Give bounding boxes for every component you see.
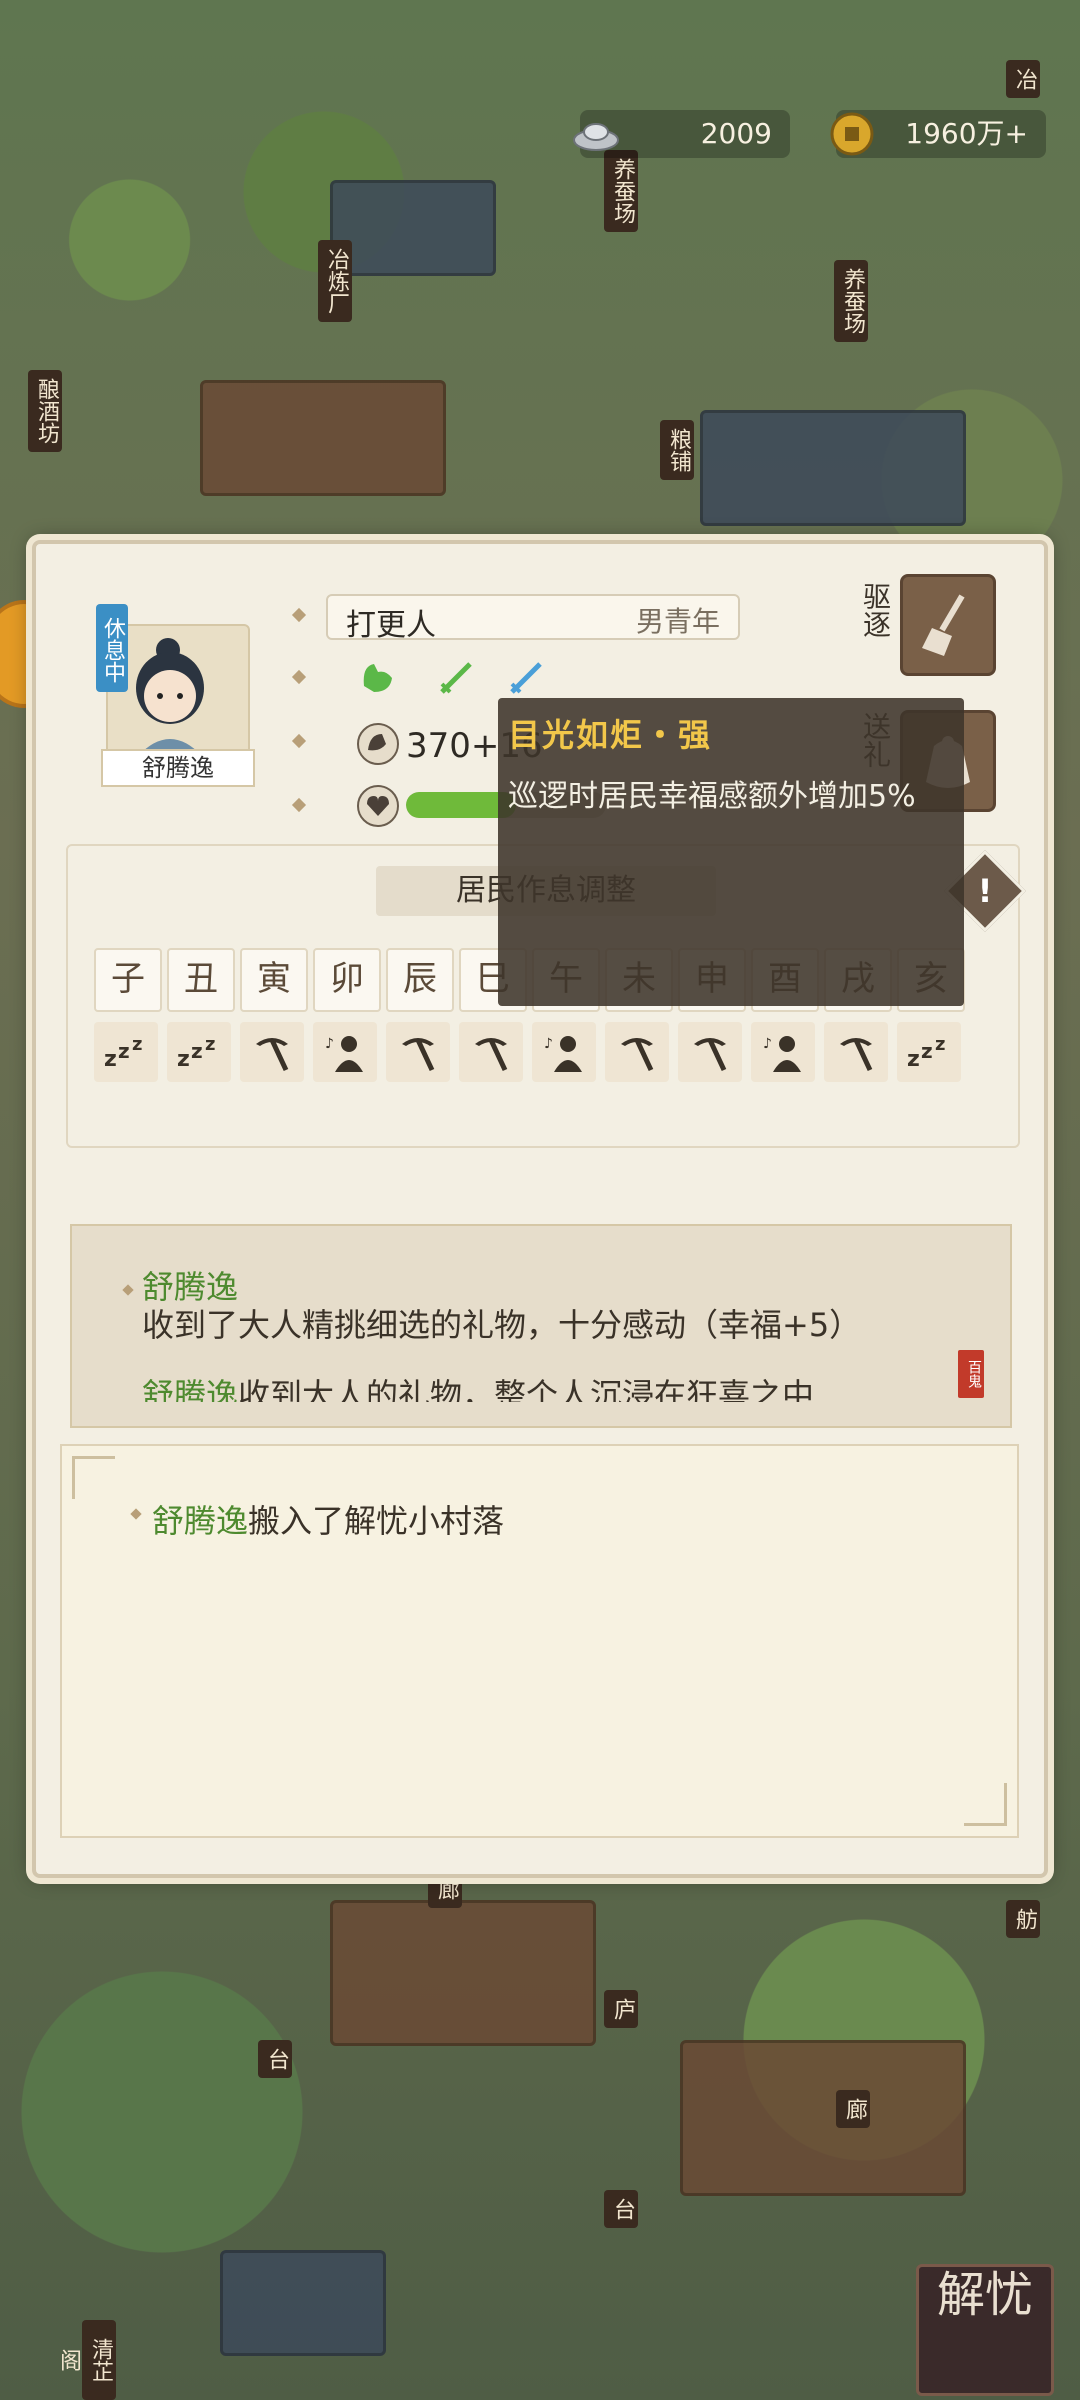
svg-text:z: z: [132, 1034, 142, 1055]
broom-icon: [922, 594, 965, 656]
labor-icon: [357, 723, 399, 765]
status-badge: 休息中: [96, 604, 128, 692]
jieyou-corner-button[interactable]: 解忧: [916, 2264, 1054, 2396]
map-sign[interactable]: 舫: [1006, 1900, 1040, 1938]
svg-text:♪: ♪: [544, 1036, 553, 1052]
svg-text:z: z: [907, 1047, 920, 1072]
building-roof: [200, 380, 446, 496]
svg-text:z: z: [921, 1039, 933, 1063]
seal-stamp: 百鬼: [958, 1350, 984, 1398]
log-entry: 舒腾逸收到大人的礼物，整个人沉浸在狂喜之中: [142, 1376, 950, 1402]
silver-counter: 2009: [573, 110, 790, 158]
bullet-icon: [291, 797, 307, 813]
bullet-icon: [122, 1284, 134, 1296]
event-entry: 舒腾逸搬入了解忧小村落: [152, 1496, 504, 1542]
map-sign[interactable]: 酿酒坊: [28, 370, 62, 452]
event-log[interactable]: 舒腾逸搬入了解忧小村落: [60, 1444, 1019, 1838]
resident-info: 男青年: [635, 605, 720, 638]
building-roof: [700, 410, 966, 526]
svg-text:z: z: [104, 1047, 117, 1072]
frame-corner: [964, 1783, 1007, 1826]
hour-cell[interactable]: 寅: [240, 948, 308, 1012]
sleep-icon[interactable]: zzz: [94, 1022, 158, 1082]
gift-log[interactable]: 舒腾逸收到了大人精挑细选的礼物，十分感动（幸福+5） 舒腾逸收到大人的礼物，整个…: [70, 1224, 1012, 1428]
building-roof: [680, 2040, 966, 2196]
svg-text:z: z: [191, 1039, 203, 1063]
silver-amount: 2009: [700, 117, 772, 150]
svg-text:z: z: [935, 1034, 945, 1055]
map-sign[interactable]: 台: [604, 2190, 638, 2228]
sword-skill-icon[interactable]: [434, 656, 478, 700]
map-sign[interactable]: 养蚕场: [604, 150, 638, 232]
pickaxe-icon[interactable]: [386, 1022, 450, 1082]
silver-ingot-icon: [573, 123, 619, 151]
log-name: 舒腾逸: [142, 1268, 239, 1306]
hour-cell[interactable]: 辰: [386, 948, 454, 1012]
sleep-icon[interactable]: zzz: [167, 1022, 231, 1082]
bullet-icon: [291, 607, 307, 623]
tooltip-title: 目光如炬・强: [508, 716, 713, 754]
music-rest-icon[interactable]: ♪: [313, 1022, 377, 1082]
building-roof: [330, 1900, 596, 2046]
event-text: 搬入了解忧小村落: [248, 1502, 505, 1540]
bullet-icon: [130, 1508, 142, 1520]
job-field[interactable]: 打更人 男青年: [326, 594, 740, 643]
hour-cell[interactable]: 卯: [313, 948, 381, 1012]
map-sign[interactable]: 养蚕场: [834, 260, 868, 342]
svg-text:z: z: [205, 1034, 215, 1055]
strength-skill-icon[interactable]: [356, 656, 400, 700]
skill-tooltip: 目光如炬・强 巡逻时居民幸福感额外增加5%: [498, 698, 964, 1006]
sword-skill-icon[interactable]: [504, 656, 548, 700]
pickaxe-icon[interactable]: [605, 1022, 669, 1082]
log-text: 收到大人的礼物，整个人沉浸在狂喜之中: [238, 1376, 815, 1402]
coin-icon: [830, 112, 874, 156]
resident-portrait-icon: [136, 638, 204, 756]
map-sign[interactable]: 廊: [836, 2090, 870, 2128]
map-sign[interactable]: 台: [258, 2040, 292, 2078]
map-sign[interactable]: 冶: [1006, 60, 1040, 98]
frame-corner: [72, 1456, 115, 1499]
hour-cell[interactable]: 子: [94, 948, 162, 1012]
job-name: 打更人: [346, 608, 436, 643]
heart-icon: [357, 785, 399, 827]
bullet-icon: [291, 669, 307, 685]
pickaxe-icon[interactable]: [678, 1022, 742, 1082]
building-roof: [330, 180, 496, 276]
map-sign[interactable]: 清芷阁: [56, 2320, 116, 2400]
resident-name: 舒腾逸: [101, 749, 255, 787]
svg-text:♪: ♪: [763, 1036, 772, 1052]
log-text: 收到了大人精挑细选的礼物，十分感动（幸福+5）: [142, 1306, 862, 1344]
pickaxe-icon[interactable]: [824, 1022, 888, 1082]
expel-button[interactable]: [900, 574, 996, 676]
pickaxe-icon[interactable]: [459, 1022, 523, 1082]
coin-counter: 1960万+: [830, 110, 1046, 158]
event-name: 舒腾逸: [152, 1502, 249, 1540]
log-name: 舒腾逸: [142, 1376, 239, 1402]
log-entry: 舒腾逸收到了大人精挑细选的礼物，十分感动（幸福+5）: [142, 1268, 950, 1344]
expel-label: 驱逐: [859, 582, 892, 638]
map-sign[interactable]: 庐: [604, 1990, 638, 2028]
svg-text:z: z: [118, 1039, 130, 1063]
map-sign[interactable]: 粮铺: [660, 420, 694, 480]
hour-cell[interactable]: 丑: [167, 948, 235, 1012]
pickaxe-icon[interactable]: [240, 1022, 304, 1082]
map-sign[interactable]: 冶炼厂: [318, 240, 352, 322]
sleep-icon[interactable]: zzz: [897, 1022, 961, 1082]
music-rest-icon[interactable]: ♪: [532, 1022, 596, 1082]
svg-text:z: z: [177, 1047, 190, 1072]
tooltip-description: 巡逻时居民幸福感额外增加5%: [508, 779, 916, 814]
building-roof: [220, 2250, 386, 2356]
svg-text:♪: ♪: [325, 1036, 334, 1052]
coin-amount: 1960万+: [905, 117, 1028, 150]
bullet-icon: [291, 733, 307, 749]
music-rest-icon[interactable]: ♪: [751, 1022, 815, 1082]
